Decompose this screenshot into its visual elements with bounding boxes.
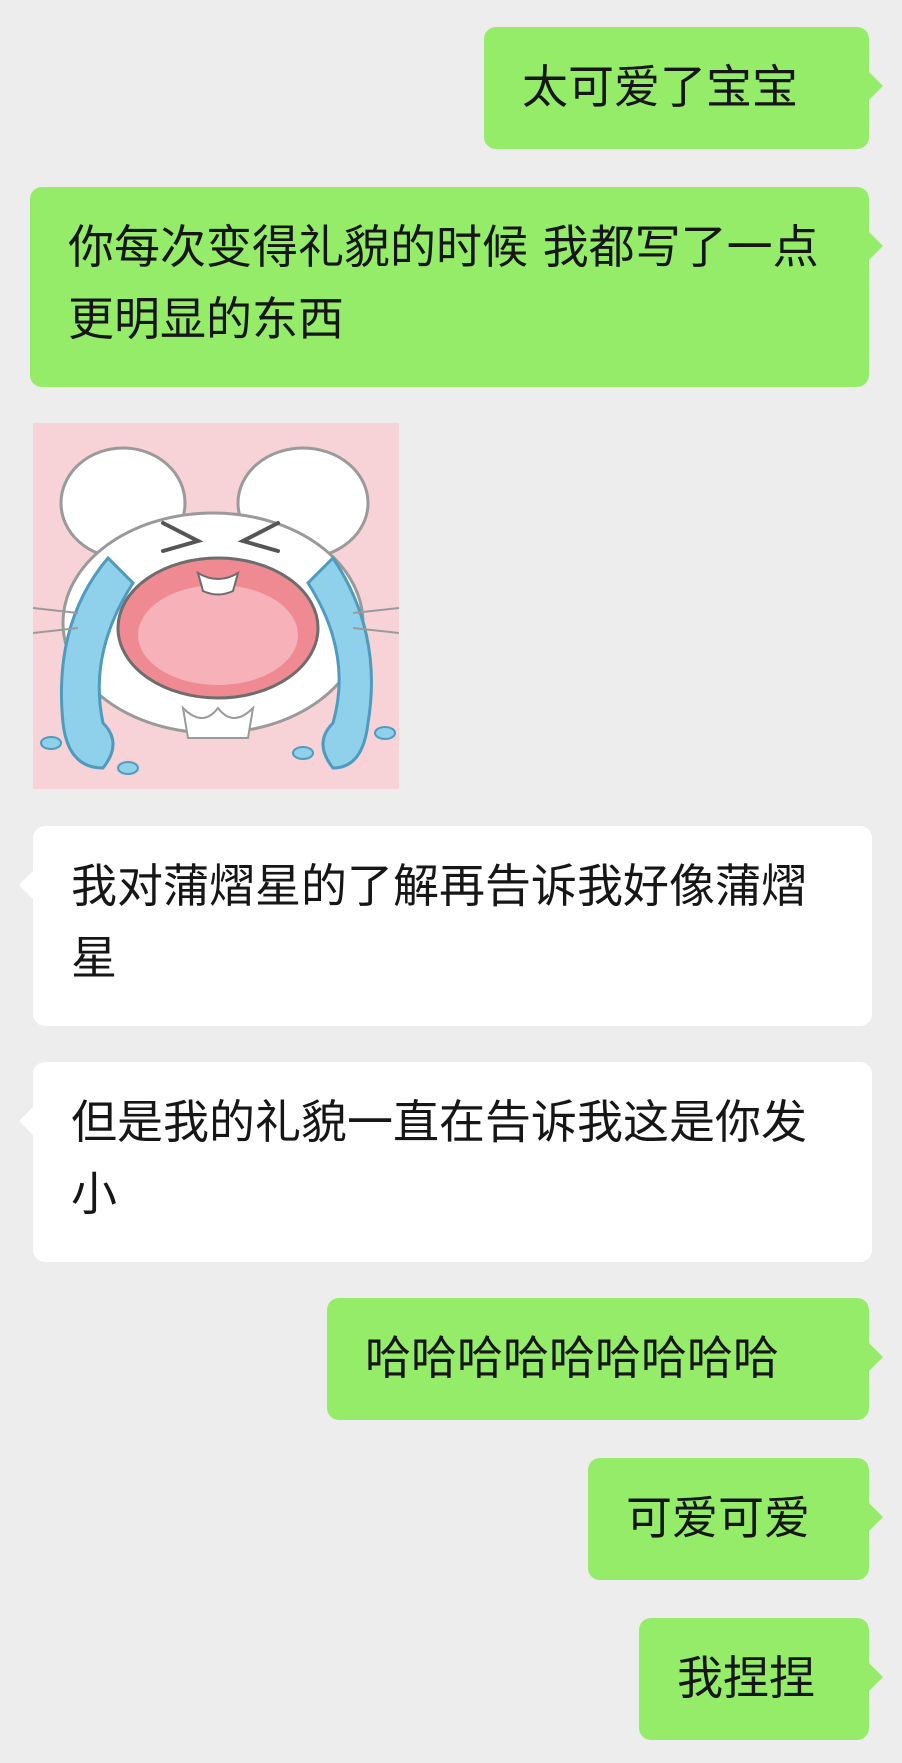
message-bubble-sent[interactable]: 你每次变得礼貌的时候 我都写了一点更明显的东西 bbox=[30, 187, 883, 387]
message-bubble-received[interactable]: 我对蒲熠星的了解再告诉我好像蒲熠星 bbox=[19, 826, 872, 1026]
message-bubble-received[interactable]: 但是我的礼貌一直在告诉我这是你发小 bbox=[19, 1062, 872, 1262]
message-text: 你每次变得礼貌的时候 我都写了一点更明显的东西 bbox=[68, 220, 819, 346]
message-bubble-sent[interactable]: 可爱可爱 bbox=[588, 1458, 883, 1580]
chat-screen: { "messages": [ {"side": "sent", "text":… bbox=[0, 0, 902, 1763]
message-text: 哈哈哈哈哈哈哈哈哈 bbox=[365, 1331, 779, 1385]
message-bubble-sent[interactable]: 哈哈哈哈哈哈哈哈哈 bbox=[327, 1298, 883, 1420]
message-text: 可爱可爱 bbox=[626, 1491, 810, 1545]
message-bubble-sent[interactable]: 我捏捏 bbox=[639, 1618, 883, 1740]
crying-mouse-icon bbox=[33, 423, 399, 789]
message-text: 我对蒲熠星的了解再告诉我好像蒲熠星 bbox=[71, 859, 807, 985]
message-text: 我捏捏 bbox=[677, 1651, 815, 1705]
crying-mouse-sticker[interactable] bbox=[33, 423, 399, 789]
message-bubble-sent[interactable]: 太可爱了宝宝 bbox=[484, 27, 883, 149]
message-text: 太可爱了宝宝 bbox=[522, 60, 798, 114]
message-text: 但是我的礼貌一直在告诉我这是你发小 bbox=[71, 1095, 807, 1221]
